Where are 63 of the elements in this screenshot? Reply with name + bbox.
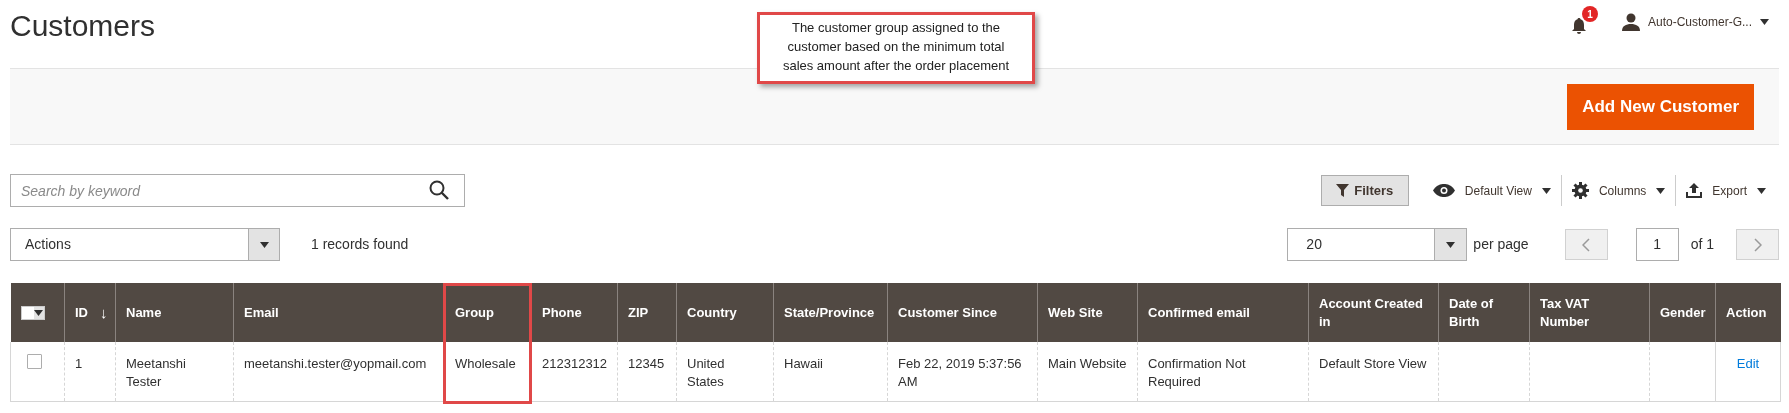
notification-count: 1 — [1581, 6, 1598, 22]
row-checkbox[interactable] — [27, 354, 42, 369]
page-number-field[interactable]: 1 — [1635, 228, 1679, 261]
sort-arrow[interactable]: ↓ — [100, 303, 108, 322]
columns-dropdown[interactable]: Columns — [1561, 175, 1677, 206]
table-cell: Confirmation Not Required — [1148, 356, 1246, 389]
search-icon[interactable] — [429, 180, 449, 200]
column-header[interactable]: Name — [115, 283, 234, 342]
column-header[interactable]: Web Site — [1037, 283, 1138, 342]
column-header[interactable]: Tax VAT Number — [1529, 283, 1650, 342]
mass-select-dropdown[interactable] — [20, 305, 45, 320]
per-page-dropdown[interactable]: 20 — [1287, 228, 1468, 261]
chevron-left-icon — [1582, 237, 1591, 252]
table-cell: Default Store View — [1319, 356, 1427, 371]
add-new-customer-button[interactable]: Add New Customer — [1567, 83, 1754, 130]
table-cell: United States — [687, 356, 725, 389]
table-cell: 12345 — [628, 356, 665, 371]
caret-icon — [1541, 187, 1551, 194]
caret-icon — [1656, 187, 1666, 194]
column-header[interactable]: Gender — [1649, 283, 1716, 342]
edit-link[interactable]: Edit — [1726, 355, 1770, 373]
caret-icon — [259, 241, 269, 248]
filters-button[interactable]: Filters — [1320, 175, 1409, 206]
callout-note: The customer group assigned to the customer based on the minimum total sales amount after the order placement — [757, 12, 1035, 84]
column-header[interactable]: Phone — [531, 283, 618, 342]
caret-icon — [1446, 241, 1456, 248]
page-title: Customers — [10, 8, 156, 44]
column-header[interactable]: Date of Birth — [1438, 283, 1530, 342]
export-dropdown[interactable]: Export — [1676, 175, 1776, 206]
column-header[interactable]: ID — [75, 303, 88, 322]
caret-icon — [1757, 187, 1766, 194]
column-header[interactable]: Customer Since — [887, 283, 1038, 342]
actions-dropdown[interactable]: Actions — [10, 228, 280, 261]
eye-icon — [1432, 184, 1455, 197]
column-header[interactable]: Email — [233, 283, 445, 342]
default-view-dropdown[interactable]: Default View — [1422, 175, 1562, 206]
user-menu[interactable]: Auto-Customer-G... — [1621, 13, 1769, 31]
column-header[interactable]: Country — [676, 283, 774, 342]
table-cell: Feb 22, 2019 5:37:56 AM — [898, 356, 1022, 389]
records-count: 1 records found — [311, 235, 409, 254]
table-cell: 1 — [75, 356, 83, 371]
table-cell: Hawaii — [784, 356, 823, 371]
caret-icon — [1760, 19, 1769, 25]
column-header[interactable]: Confirmed email — [1137, 283, 1309, 342]
filter-icon — [1336, 184, 1350, 197]
table-cell: meetanshi.tester@yopmail.com — [244, 356, 427, 371]
table-cell: 212312312 — [542, 356, 608, 371]
chevron-right-icon — [1753, 237, 1762, 252]
column-header[interactable]: ZIP — [617, 283, 677, 342]
caret-icon — [34, 309, 43, 316]
search-field[interactable]: Search by keyword — [10, 174, 465, 207]
table-cell: Wholesale — [455, 356, 516, 371]
page-total: of 1 — [1690, 235, 1714, 254]
gear-icon — [1571, 182, 1589, 199]
column-header[interactable]: Action — [1715, 283, 1781, 342]
upload-icon — [1686, 183, 1703, 198]
per-page-label: per page — [1473, 235, 1529, 254]
user-icon — [1621, 13, 1640, 31]
bell-icon[interactable] — [1571, 18, 1586, 34]
table-cell: Main Website — [1048, 356, 1127, 371]
column-header[interactable]: State/Province — [773, 283, 888, 342]
table-cell: Meetanshi Tester — [126, 356, 186, 389]
column-header[interactable]: Account Created in — [1308, 283, 1439, 342]
